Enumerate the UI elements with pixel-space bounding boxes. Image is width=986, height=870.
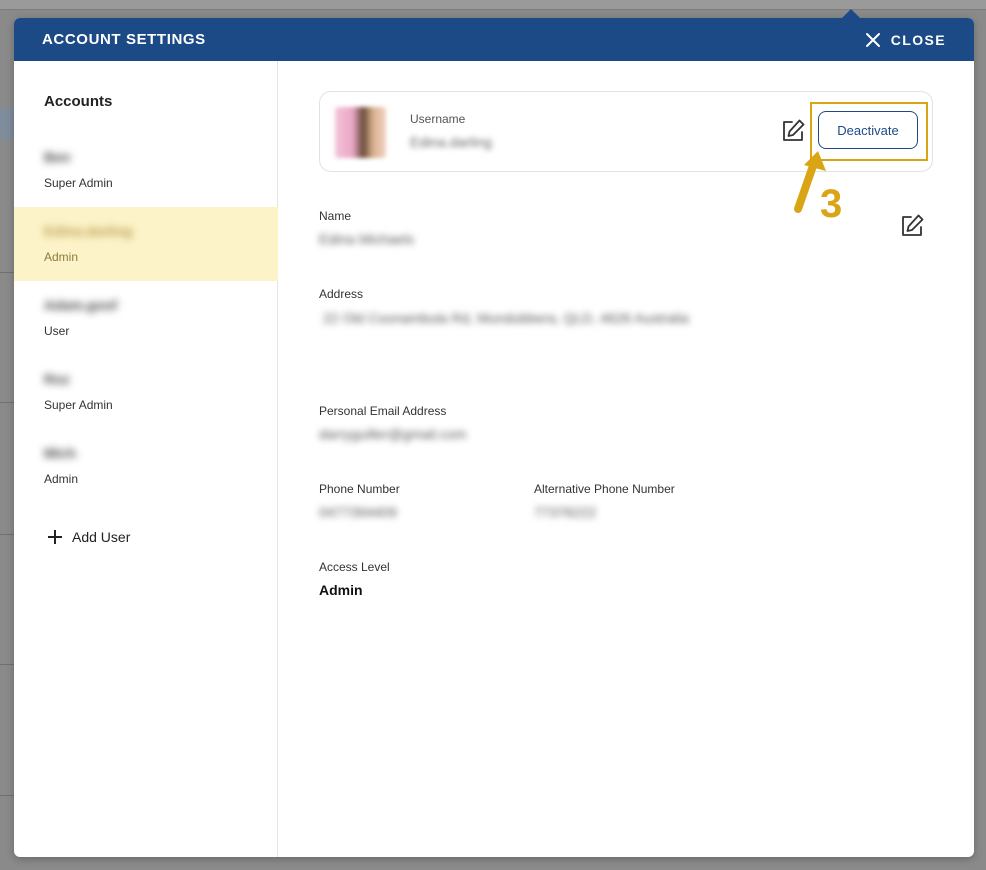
alt-phone-value: 77376222 <box>534 504 597 520</box>
account-role: Super Admin <box>44 176 113 190</box>
account-name: Roz <box>44 371 70 387</box>
background-divider <box>0 795 14 796</box>
modal-title: ACCOUNT SETTINGS <box>42 31 206 48</box>
add-user-button[interactable]: Add User <box>48 529 130 545</box>
account-name: Mich <box>44 445 76 461</box>
modal-pointer <box>842 9 860 18</box>
close-label: CLOSE <box>890 31 946 48</box>
modal-header: ACCOUNT SETTINGS CLOSE <box>14 18 974 61</box>
modal-body: Accounts Ben Super Admin Edina.darling A… <box>14 61 974 857</box>
account-item[interactable]: Ben Super Admin <box>14 133 278 207</box>
access-level-value: Admin <box>319 582 363 598</box>
account-role: User <box>44 324 70 338</box>
account-role: Admin <box>44 472 79 486</box>
name-label: Name <box>319 209 352 223</box>
access-level-label: Access Level <box>319 560 390 574</box>
account-item[interactable]: Adam.goof User <box>14 281 278 355</box>
add-user-label: Add User <box>72 529 131 545</box>
edit-username-icon[interactable] <box>780 118 806 144</box>
username-label: Username <box>410 112 466 126</box>
account-name: Ben <box>44 149 71 165</box>
background-divider <box>0 272 14 273</box>
phone-value: 0477394409 <box>319 504 397 520</box>
close-icon <box>865 32 880 47</box>
name-value: Edina Michaels <box>319 231 414 247</box>
background-divider <box>0 534 14 535</box>
phone-label: Phone Number <box>319 482 400 496</box>
edit-details-icon[interactable] <box>899 213 925 239</box>
address-value: 22 Old Coonambula Rd, Mundubbera, QLD, 4… <box>323 310 689 326</box>
address-label: Address <box>319 287 364 301</box>
account-name: Adam.goof <box>44 297 118 313</box>
plus-icon <box>48 530 62 544</box>
email-value: darryguiller@gmail.com <box>319 426 467 442</box>
avatar <box>335 107 386 158</box>
background-app-bar <box>0 0 986 10</box>
sidebar-heading: Accounts <box>44 93 113 110</box>
email-label: Personal Email Address <box>319 404 447 418</box>
username-value: Edina.darling <box>410 134 492 150</box>
background-app-highlight <box>0 108 14 140</box>
annotation-number: 3 <box>820 182 842 219</box>
account-item[interactable]: Roz Super Admin <box>14 355 278 429</box>
annotation-arrow-icon: 3 <box>794 151 842 219</box>
close-button[interactable]: CLOSE <box>865 32 946 48</box>
background-divider <box>0 402 14 403</box>
account-item[interactable]: Mich Admin <box>14 429 278 503</box>
account-role: Admin <box>44 250 79 264</box>
account-settings-modal: ACCOUNT SETTINGS CLOSE Accounts Ben Supe… <box>14 9 974 857</box>
account-role: Super Admin <box>44 398 113 412</box>
account-details: Username Edina.darling Deactivate 3 Name… <box>278 61 974 857</box>
account-name: Edina.darling <box>44 223 133 239</box>
alt-phone-label: Alternative Phone Number <box>534 482 675 496</box>
background-divider <box>0 664 14 665</box>
account-item-selected[interactable]: Edina.darling Admin <box>14 207 278 281</box>
accounts-sidebar: Accounts Ben Super Admin Edina.darling A… <box>14 61 278 857</box>
